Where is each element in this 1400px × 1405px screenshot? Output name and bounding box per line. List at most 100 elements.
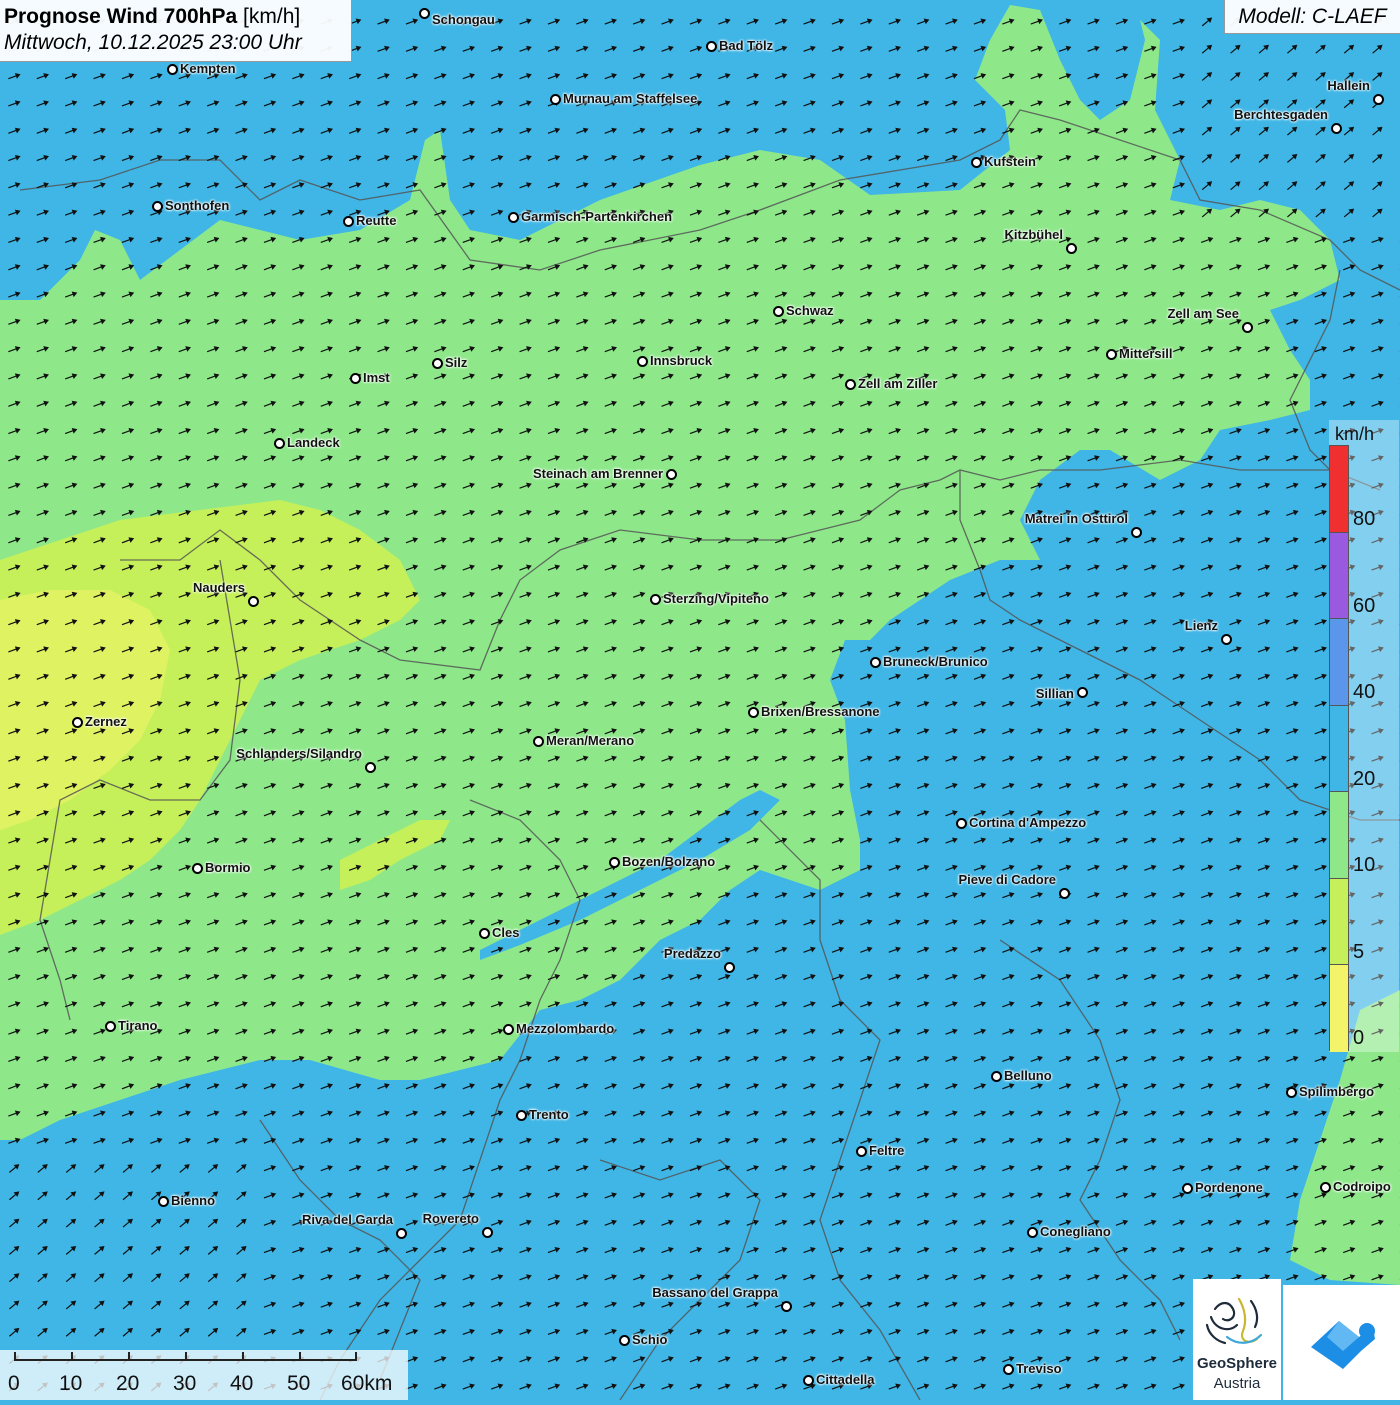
- city-dot-icon: [991, 1071, 1002, 1082]
- city-dot-icon: [724, 962, 735, 973]
- city-label: Brixen/Bressanone: [761, 704, 880, 719]
- city-dot-icon: [870, 657, 881, 668]
- city-label: Reutte: [356, 213, 396, 228]
- city-label: Treviso: [1016, 1361, 1062, 1376]
- city-dot-icon: [158, 1196, 169, 1207]
- legend-tick-80: 80: [1353, 508, 1375, 531]
- city-label: Belluno: [1004, 1068, 1052, 1083]
- scale-label-40: 40: [230, 1372, 253, 1396]
- city-dot-icon: [619, 1335, 630, 1346]
- city-dot-icon: [1286, 1087, 1297, 1098]
- city-dot-icon: [1331, 123, 1342, 134]
- city-label: Pieve di Cadore: [958, 872, 1056, 887]
- scale-label-50: 50: [287, 1372, 310, 1396]
- city-label: Lienz: [1185, 618, 1218, 633]
- city-label: Riva del Garda: [302, 1212, 393, 1227]
- scale-tick: [128, 1352, 130, 1361]
- city-label: Kitzbühel: [1005, 227, 1064, 242]
- city-label: Steinach am Brenner: [533, 466, 663, 481]
- city-label: Landeck: [287, 435, 340, 450]
- city-dot-icon: [637, 356, 648, 367]
- city-dot-icon: [105, 1021, 116, 1032]
- city-label: Silz: [445, 355, 467, 370]
- legend-tick-40: 40: [1353, 681, 1375, 704]
- legend-swatch-yellow: [1330, 965, 1348, 1052]
- city-dot-icon: [803, 1375, 814, 1386]
- city-label: Garmisch-Partenkirchen: [521, 209, 672, 224]
- city-dot-icon: [609, 857, 620, 868]
- city-label: Meran/Merano: [546, 733, 634, 748]
- map-title: Prognose Wind 700hPa [km/h]: [4, 4, 351, 30]
- city-label: Hallein: [1327, 78, 1370, 93]
- legend-color-bar: [1329, 445, 1349, 1051]
- weather-app-logo: [1283, 1285, 1400, 1400]
- weather-app-icon: [1283, 1285, 1400, 1400]
- scale-label-20: 20: [116, 1372, 139, 1396]
- city-dot-icon: [971, 157, 982, 168]
- legend-tick-10: 10: [1353, 854, 1375, 877]
- city-label: Zell am See: [1167, 306, 1239, 321]
- city-label: Zernez: [85, 714, 127, 729]
- city-label: Schongau: [432, 12, 495, 27]
- city-label: Murnau am Staffelsee: [563, 91, 697, 106]
- city-dot-icon: [508, 212, 519, 223]
- forecast-datetime: Mittwoch, 10.12.2025 23:00 Uhr: [4, 30, 351, 56]
- city-label: Mezzolombardo: [516, 1021, 614, 1036]
- city-dot-icon: [274, 438, 285, 449]
- city-label: Schio: [632, 1332, 667, 1347]
- city-dot-icon: [1077, 687, 1088, 698]
- city-dot-icon: [479, 928, 490, 939]
- city-label: Zell am Ziller: [858, 376, 937, 391]
- city-label: Bienno: [171, 1193, 215, 1208]
- city-label: Mittersill: [1119, 346, 1172, 361]
- city-label: Schwaz: [786, 303, 834, 318]
- scale-label-30: 30: [173, 1372, 196, 1396]
- city-dot-icon: [192, 863, 203, 874]
- legend-swatch-green: [1330, 792, 1348, 879]
- city-label: Codroipo: [1333, 1179, 1391, 1194]
- city-dot-icon: [365, 762, 376, 773]
- scale-label-0: 0: [8, 1372, 20, 1396]
- city-dot-icon: [152, 201, 163, 212]
- city-label: Berchtesgaden: [1234, 107, 1328, 122]
- scale-label-60km: 60km: [341, 1372, 392, 1396]
- scale-tick: [242, 1352, 244, 1361]
- geosphere-emblem-icon: [1193, 1279, 1281, 1355]
- title-box: Prognose Wind 700hPa [km/h] Mittwoch, 10…: [0, 0, 352, 62]
- city-label: Sterzing/Vipiteno: [663, 591, 769, 606]
- legend-tick-20: 20: [1353, 768, 1375, 791]
- scale-tick: [355, 1352, 357, 1361]
- legend-tick-5: 5: [1353, 941, 1364, 964]
- city-label: Tirano: [118, 1018, 158, 1033]
- city-label: Nauders: [193, 580, 245, 595]
- city-label: Sillian: [1036, 686, 1074, 701]
- city-dot-icon: [1066, 243, 1077, 254]
- scale-label-10: 10: [59, 1372, 82, 1396]
- city-dot-icon: [856, 1146, 867, 1157]
- city-dot-icon: [666, 469, 677, 480]
- city-label: Feltre: [869, 1143, 904, 1158]
- city-label: Rovereto: [423, 1211, 479, 1226]
- city-dot-icon: [845, 379, 856, 390]
- city-dot-icon: [550, 94, 561, 105]
- legend-swatch-red: [1330, 446, 1348, 533]
- city-dot-icon: [1182, 1183, 1193, 1194]
- legend-tick-0: 0: [1353, 1027, 1364, 1050]
- city-dot-icon: [343, 216, 354, 227]
- city-dot-icon: [1320, 1182, 1331, 1193]
- city-label: Predazzo: [664, 946, 721, 961]
- city-dot-icon: [1242, 322, 1253, 333]
- legend-swatch-purple: [1330, 533, 1348, 620]
- city-label: Bormio: [205, 860, 251, 875]
- legend-swatch-blue: [1330, 619, 1348, 706]
- title-unit: [km/h]: [243, 5, 300, 28]
- city-label: Sonthofen: [165, 198, 229, 213]
- city-label: Pordenone: [1195, 1180, 1263, 1195]
- geosphere-name: GeoSphere: [1193, 1355, 1281, 1372]
- city-label: Cortina d'Ampezzo: [969, 815, 1086, 830]
- city-label: Bruneck/Brunico: [883, 654, 988, 669]
- city-label: Bozen/Bolzano: [622, 854, 715, 869]
- city-dot-icon: [482, 1227, 493, 1238]
- legend-swatch-cyan: [1330, 706, 1348, 793]
- city-dot-icon: [1027, 1227, 1038, 1238]
